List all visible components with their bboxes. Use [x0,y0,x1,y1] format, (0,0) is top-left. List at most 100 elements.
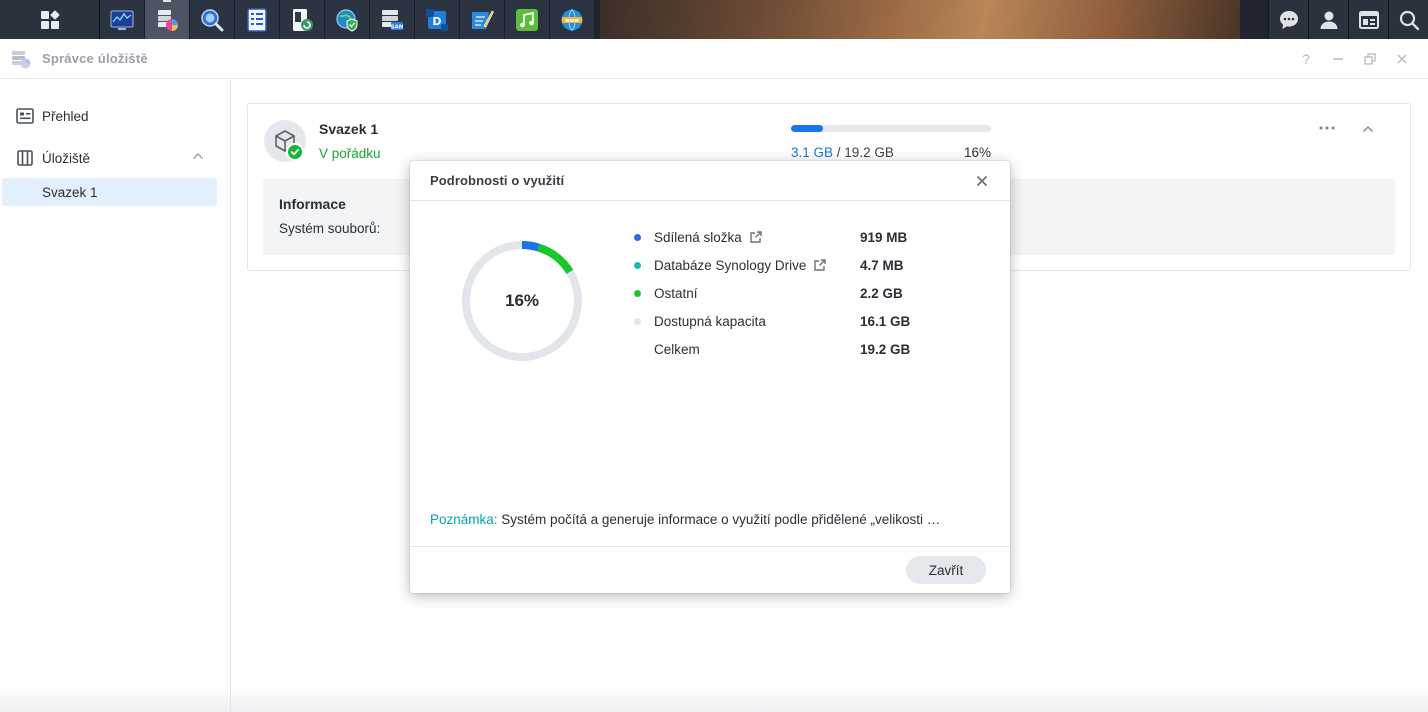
filesystem-label: Systém souborů: [279,221,381,236]
sidebar-item-overview[interactable]: Přehled [0,100,230,132]
taskbar-app-security-advisor[interactable] [325,0,370,39]
more-options-button[interactable] [1318,118,1336,136]
legend-value: 2.2 GB [860,285,903,301]
search-button[interactable] [1388,0,1428,39]
taskbar-app-resource-monitor[interactable] [100,0,145,39]
close-icon [1397,54,1407,64]
security-advisor-icon [335,8,359,32]
dialog-close-button[interactable] [974,173,990,189]
legend-value: 19.2 GB [860,341,911,357]
svg-text:D: D [432,15,441,28]
hyper-backup-icon [290,8,314,32]
legend-dot [634,261,641,269]
legend-label: Databáze Synology Drive [654,257,807,273]
donut-center-percent: 16% [504,291,540,310]
legend-dot [634,346,641,353]
usage-details-dialog: Podrobnosti o využití 16% Sdílená složka… [410,161,1010,593]
taskbar-app-universal-search[interactable] [190,0,235,39]
chevron-up-icon[interactable] [192,152,204,160]
widgets-icon [1358,10,1379,29]
bottom-shadow [0,686,1428,712]
search-icon [1399,10,1419,30]
note-text: Systém počítá a generuje informace o vyu… [497,512,941,527]
widgets-button[interactable] [1348,0,1388,39]
sidebar-item-storage[interactable]: Úložiště [0,142,230,174]
legend-row: Celkem 19.2 GB [634,335,934,363]
help-icon: ? [1302,51,1310,67]
sidebar-item-volume-1[interactable]: Svazek 1 [2,178,217,206]
taskbar-app-audio-station[interactable] [505,0,550,39]
web-station-icon: www [560,8,584,32]
dialog-note: Poznámka: Systém počítá a generuje infor… [430,512,990,527]
legend-value: 919 MB [860,229,908,245]
main-menu-button[interactable] [0,0,100,39]
more-icon [1319,126,1335,130]
legend-row: Sdílená složka 919 MB [634,223,934,251]
minimize-button[interactable] [1322,48,1354,70]
sidebar-item-label: Svazek 1 [42,184,98,200]
close-dialog-button[interactable]: Zavřít [906,556,986,584]
legend-dot [634,317,641,325]
taskbar-app-log-center[interactable] [235,0,280,39]
window-close-button[interactable] [1386,48,1418,70]
restore-button[interactable] [1354,48,1386,70]
window-titlebar[interactable]: Správce úložiště ? [0,39,1428,79]
resource-monitor-icon [110,9,134,31]
volume-used: 3.1 GB [791,145,834,160]
legend-dot [634,233,641,241]
minimize-icon [1333,58,1343,60]
volume-usage-text: 3.1 GB / 19.2 GB [791,145,894,160]
synology-drive-icon: D [425,8,449,32]
taskbar-app-synology-drive[interactable]: D [415,0,460,39]
volume-usage-percent: 16% [963,145,991,160]
legend-label: Sdílená složka [654,229,742,245]
chevron-up-icon [1363,126,1373,132]
external-link-icon[interactable] [813,258,827,272]
sidebar: Přehled Úložiště Svazek 1 [0,80,231,712]
legend-row: Dostupná kapacita 16.1 GB [634,307,934,335]
audio-station-icon [515,8,539,32]
taskbar-app-hyper-backup[interactable] [280,0,325,39]
volume-total: 19.2 GB [844,145,894,160]
dialog-footer: Zavřít [410,546,1010,593]
taskbar-app-storage-manager[interactable] [145,0,190,39]
dialog-header[interactable]: Podrobnosti o využití [410,161,1010,201]
note-label: Poznámka: [430,512,498,527]
volume-usage-fill [791,125,823,132]
legend-label: Dostupná kapacita [654,313,766,329]
help-button[interactable]: ? [1290,48,1322,70]
storage-manager-icon [10,48,32,70]
usage-separator: / [833,145,845,160]
healthy-check-icon [286,143,304,161]
storage-manager-icon [155,8,179,32]
legend-label: Celkem [654,341,700,357]
main-menu-icon [40,9,60,29]
sidebar-item-label: Úložiště [42,150,91,166]
external-link-icon[interactable] [749,230,763,244]
user-button[interactable] [1308,0,1348,39]
taskbar-app-text-editor[interactable] [460,0,505,39]
volume-status: V pořádku [319,146,381,161]
taskbar-app-san-manager[interactable]: SAN [370,0,415,39]
info-title: Informace [279,196,346,212]
taskbar-app-web-station[interactable]: www [550,0,595,39]
user-icon [1320,11,1337,29]
close-icon [976,175,988,187]
san-manager-icon: SAN [380,8,404,32]
window-title: Správce úložiště [42,51,148,66]
text-editor-icon [470,8,494,32]
overview-icon [16,107,34,125]
desktop-wallpaper [600,0,1240,39]
legend-row: Ostatní 2.2 GB [634,279,934,307]
notifications-button[interactable] [1268,0,1308,39]
restore-icon [1364,53,1376,65]
log-center-icon [246,7,268,32]
taskbar: SAN Dwww [0,0,1428,39]
volume-name: Svazek 1 [319,121,379,137]
svg-text:SAN: SAN [391,24,404,30]
legend-dot [634,289,641,297]
volume-usage-bar [791,125,991,132]
collapse-button[interactable] [1362,120,1374,138]
sidebar-item-label: Přehled [42,108,89,124]
chat-icon [1279,10,1298,29]
